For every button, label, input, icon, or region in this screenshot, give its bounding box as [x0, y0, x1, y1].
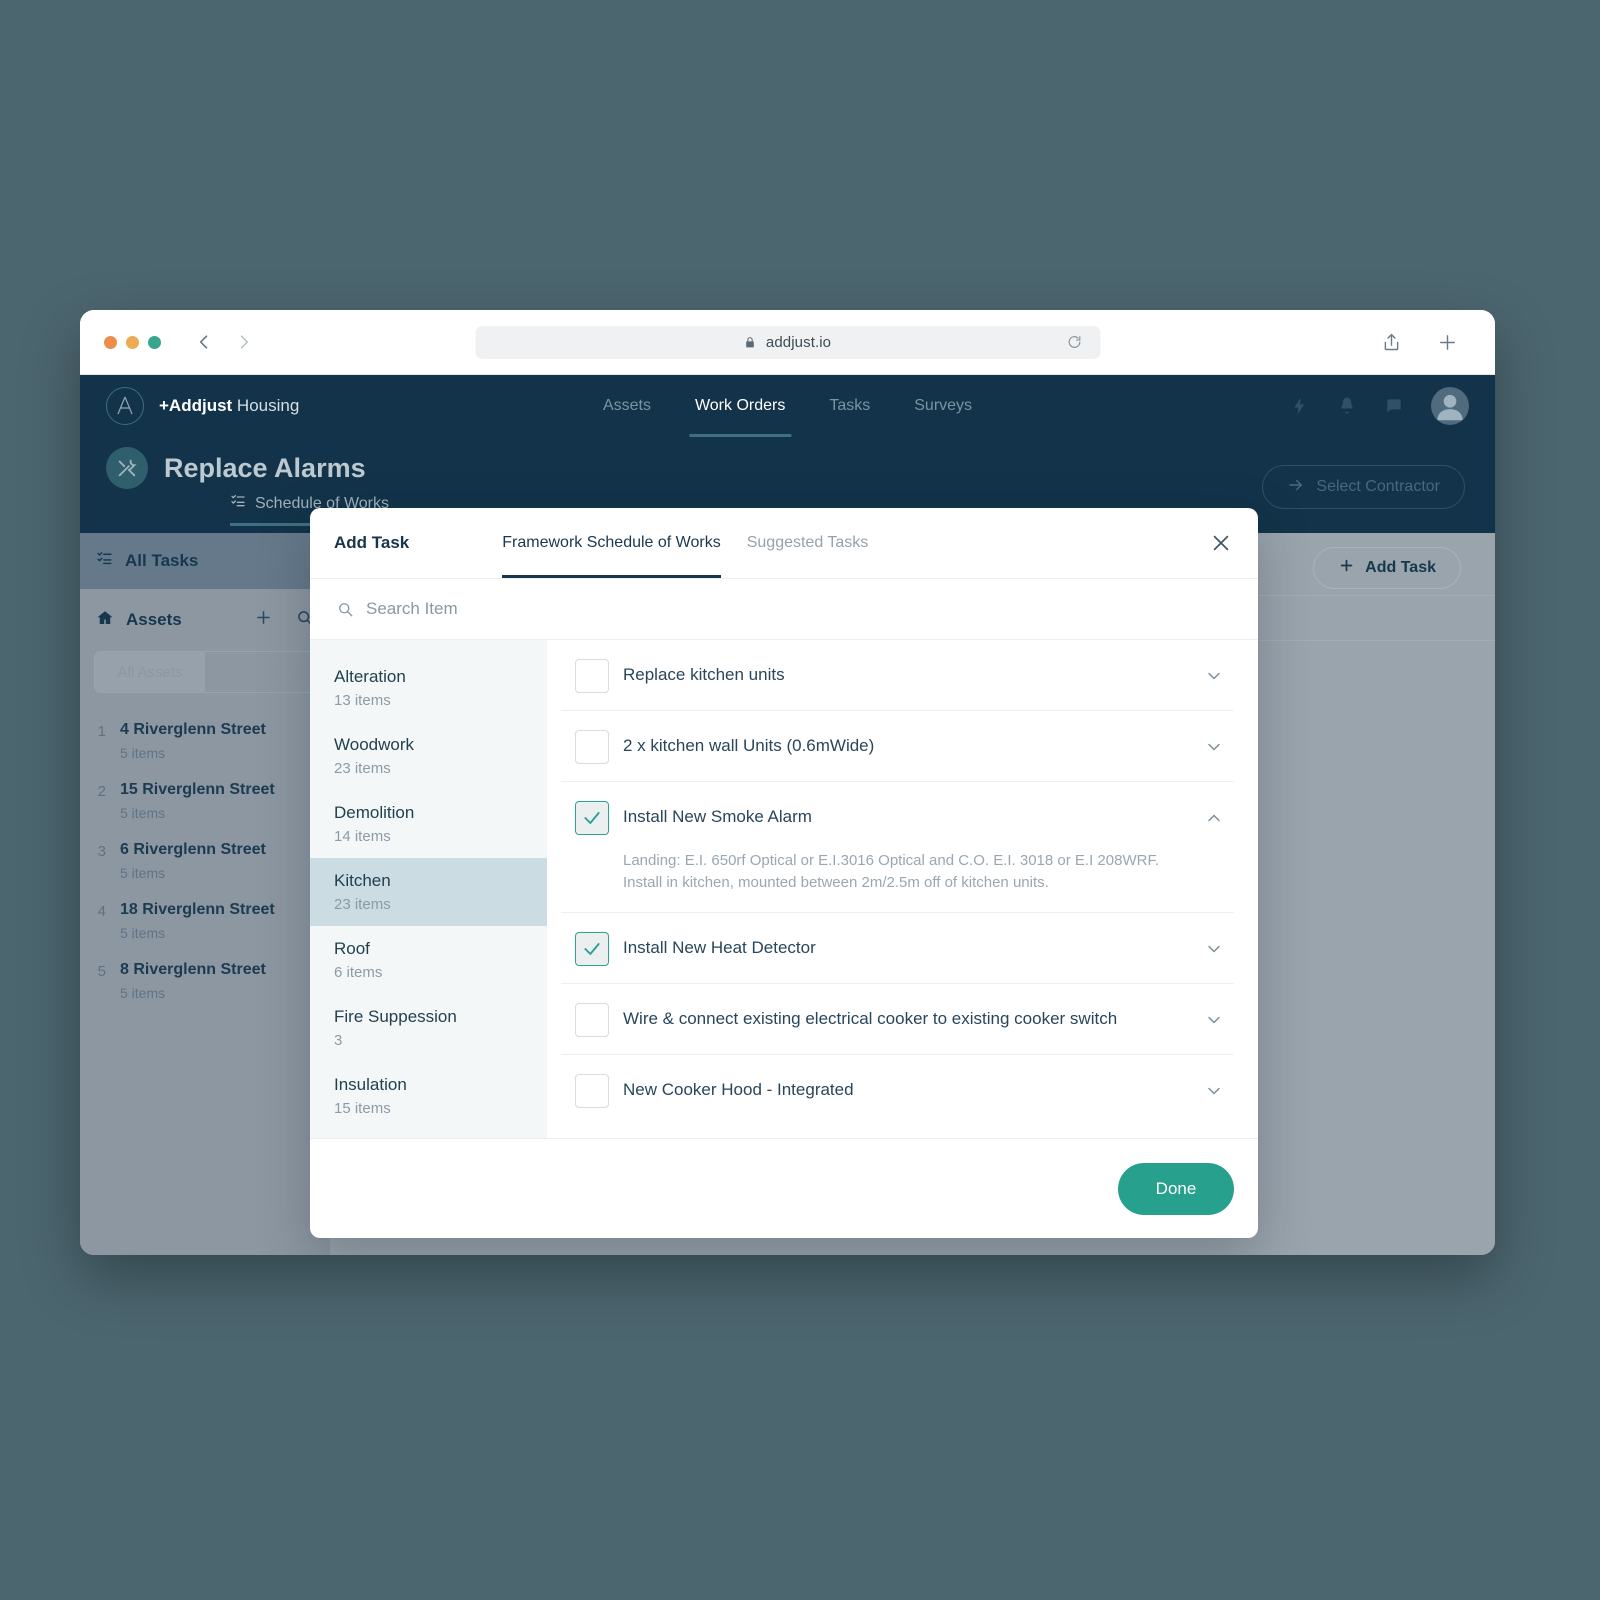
category-name: Insulation	[334, 1075, 407, 1094]
checkbox-cell	[561, 931, 623, 983]
category-name: Fire Suppession	[334, 1007, 457, 1026]
task-content: New Cooker Hood - Integrated	[623, 1073, 1194, 1125]
chevron-down-icon[interactable]	[1194, 1073, 1234, 1125]
browser-nav-buttons	[193, 331, 255, 353]
task-checkbox[interactable]	[575, 1003, 609, 1038]
chevron-down-icon[interactable]	[1194, 729, 1234, 781]
chevron-down-icon[interactable]	[1194, 1002, 1234, 1054]
done-button[interactable]: Done	[1118, 1162, 1234, 1215]
category-name: Alteration	[334, 667, 406, 686]
forward-button[interactable]	[233, 331, 255, 353]
list-item: Wire & connect existing electrical cooke…	[561, 984, 1234, 1056]
maximize-window-button[interactable]	[148, 335, 161, 349]
back-button[interactable]	[193, 331, 215, 353]
modal-body: Alteration 13 items Woodwork 23 items De…	[310, 640, 1258, 1138]
browser-toolbar-right	[1381, 331, 1459, 354]
task-content: 2 x kitchen wall Units (0.6mWide)	[623, 729, 1194, 781]
category-count: 3	[334, 1032, 343, 1049]
task-checkbox[interactable]	[575, 730, 609, 764]
category-count: 6 items	[334, 964, 383, 981]
task-content: Replace kitchen units	[623, 658, 1194, 710]
category-item-kitchen[interactable]: Kitchen 23 items	[310, 858, 547, 926]
task-content: Install New Smoke Alarm Landing: E.I. 65…	[623, 800, 1194, 912]
category-count: 14 items	[334, 828, 391, 845]
chevron-up-icon[interactable]	[1194, 800, 1234, 912]
lock-icon	[744, 336, 757, 349]
minimize-window-button[interactable]	[126, 335, 139, 349]
category-name: Kitchen	[334, 871, 391, 890]
chevron-down-icon[interactable]	[1194, 931, 1234, 983]
application-viewport: +Addjust Housing Assets Work Orders Task…	[80, 375, 1495, 1255]
category-count: 23 items	[334, 896, 391, 913]
window-controls	[104, 335, 161, 349]
category-item-electrical[interactable]: Electrical 14 items	[310, 1130, 547, 1138]
modal-tabs: Framework Schedule of Works Suggested Ta…	[502, 508, 868, 578]
chevron-down-icon[interactable]	[1194, 658, 1234, 710]
task-content: Wire & connect existing electrical cooke…	[623, 1002, 1194, 1054]
task-title: Replace kitchen units	[623, 665, 785, 684]
list-item: Install New Heat Detector	[561, 913, 1234, 985]
checkbox-cell	[561, 658, 623, 710]
category-count: 15 items	[334, 1100, 391, 1117]
share-icon[interactable]	[1381, 332, 1402, 353]
category-item-fire-suppession[interactable]: Fire Suppession 3	[310, 994, 547, 1062]
task-checkbox[interactable]	[575, 801, 609, 835]
task-title: Install New Smoke Alarm	[623, 807, 812, 826]
search-input[interactable]	[366, 599, 766, 619]
tab-suggested-tasks[interactable]: Suggested Tasks	[747, 508, 869, 578]
reload-icon[interactable]	[1066, 334, 1082, 350]
task-checkbox[interactable]	[575, 932, 609, 967]
list-item: New Cooker Hood - Integrated	[561, 1055, 1234, 1125]
checkbox-cell	[561, 1073, 623, 1125]
task-description: Landing: E.I. 650rf Optical or E.I.3016 …	[623, 852, 1160, 892]
browser-titlebar: addjust.io	[80, 310, 1495, 375]
category-item-demolition[interactable]: Demolition 14 items	[310, 790, 547, 858]
category-item-woodwork[interactable]: Woodwork 23 items	[310, 722, 547, 790]
modal-header: Add Task Framework Schedule of Works Sug…	[310, 508, 1258, 578]
task-title: Install New Heat Detector	[623, 938, 816, 958]
category-name: Woodwork	[334, 735, 414, 754]
task-item-list: Replace kitchen units 2 x kitchen wall U…	[547, 640, 1258, 1138]
task-title: Wire & connect existing electrical cooke…	[623, 1009, 1118, 1029]
task-checkbox[interactable]	[575, 659, 609, 693]
modal-footer: Done	[310, 1138, 1258, 1238]
category-name: Roof	[334, 939, 370, 958]
category-name: Demolition	[334, 803, 415, 822]
modal-search-bar[interactable]	[310, 578, 1258, 640]
search-icon	[336, 600, 354, 618]
close-window-button[interactable]	[104, 335, 117, 349]
category-item-roof[interactable]: Roof 6 items	[310, 926, 547, 994]
category-item-insulation[interactable]: Insulation 15 items	[310, 1062, 547, 1130]
modal-overlay: Add Task Framework Schedule of Works Sug…	[80, 375, 1495, 1255]
category-count: 13 items	[334, 692, 391, 709]
add-task-modal: Add Task Framework Schedule of Works Sug…	[310, 508, 1258, 1238]
checkbox-cell	[561, 729, 623, 781]
category-count: 23 items	[334, 760, 391, 777]
url-text: addjust.io	[765, 333, 832, 351]
task-checkbox[interactable]	[575, 1074, 609, 1109]
category-panel: Alteration 13 items Woodwork 23 items De…	[310, 640, 547, 1138]
category-item-alteration[interactable]: Alteration 13 items	[310, 654, 547, 722]
list-item: 2 x kitchen wall Units (0.6mWide)	[561, 711, 1234, 782]
modal-title: Add Task	[334, 533, 410, 552]
list-item: Replace kitchen units	[561, 640, 1234, 711]
close-icon[interactable]	[1210, 532, 1232, 554]
checkbox-cell	[561, 1002, 623, 1054]
list-item: Install New Smoke Alarm Landing: E.I. 65…	[561, 782, 1234, 914]
address-bar[interactable]: addjust.io	[475, 325, 1100, 359]
checkbox-cell	[561, 800, 623, 912]
task-content: Install New Heat Detector	[623, 931, 1194, 983]
task-title: 2 x kitchen wall Units (0.6mWide)	[623, 736, 875, 755]
new-tab-icon[interactable]	[1436, 331, 1459, 354]
browser-window: addjust.io +Addjust Housing Assets Work …	[80, 310, 1495, 1255]
tab-framework-schedule-of-works[interactable]: Framework Schedule of Works	[502, 508, 722, 578]
task-title: New Cooker Hood - Integrated	[623, 1080, 854, 1100]
